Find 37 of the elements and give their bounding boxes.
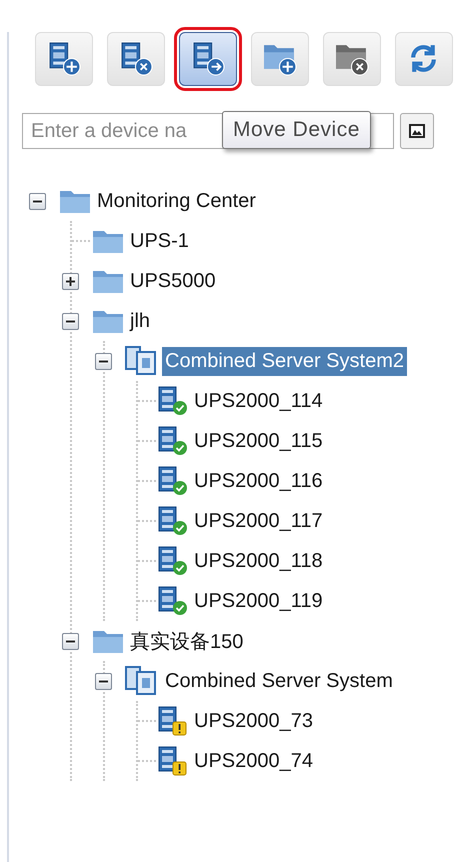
tree-item-label[interactable]: UPS2000_119 xyxy=(191,586,326,616)
server-group-icon xyxy=(125,346,159,376)
tree-item-label[interactable]: jlh xyxy=(127,306,154,336)
device-move-icon xyxy=(191,42,225,76)
image-button[interactable] xyxy=(400,113,434,149)
tree-item-label[interactable]: Combined Server System xyxy=(162,666,396,696)
tree-item-label[interactable]: UPS2000_118 xyxy=(191,546,326,576)
folder-icon xyxy=(92,228,124,254)
tree-item-label[interactable]: UPS5000 xyxy=(127,266,219,296)
tree-item-label[interactable]: UPS2000_117 xyxy=(191,506,326,536)
collapse-toggle[interactable] xyxy=(95,672,112,690)
folder-icon xyxy=(92,268,124,294)
tree-item-label[interactable]: UPS2000_116 xyxy=(191,466,326,496)
expand-toggle[interactable] xyxy=(62,272,79,290)
collapse-toggle[interactable] xyxy=(95,352,112,370)
tree-item-label[interactable]: UPS2000_115 xyxy=(191,426,326,456)
device-add-icon xyxy=(47,42,81,76)
tree-item-label[interactable]: UPS2000_73 xyxy=(191,706,316,736)
collapse-toggle[interactable] xyxy=(62,312,79,330)
server-group-icon xyxy=(125,666,159,696)
folder-icon xyxy=(59,188,91,214)
folder-icon xyxy=(92,308,124,334)
tooltip: Move Device xyxy=(222,111,371,149)
tree-item-label[interactable]: 真实设备150 xyxy=(127,624,246,658)
tree-item-label[interactable]: Combined Server System2 xyxy=(162,346,407,376)
tree-item-label[interactable]: UPS2000_74 xyxy=(191,746,316,776)
device-remove-icon xyxy=(119,42,153,76)
collapse-toggle[interactable] xyxy=(62,632,79,650)
folder-remove-icon xyxy=(335,42,369,76)
collapse-toggle[interactable] xyxy=(29,192,46,210)
image-icon xyxy=(409,124,425,138)
plus-icon xyxy=(65,276,76,286)
folder-icon xyxy=(92,628,124,654)
tree-item-label[interactable]: UPS-1 xyxy=(127,226,192,256)
folder-add-icon xyxy=(263,42,297,76)
tree-item-label[interactable]: Monitoring Center xyxy=(94,186,259,216)
tree-item-label[interactable]: UPS2000_114 xyxy=(191,386,326,416)
